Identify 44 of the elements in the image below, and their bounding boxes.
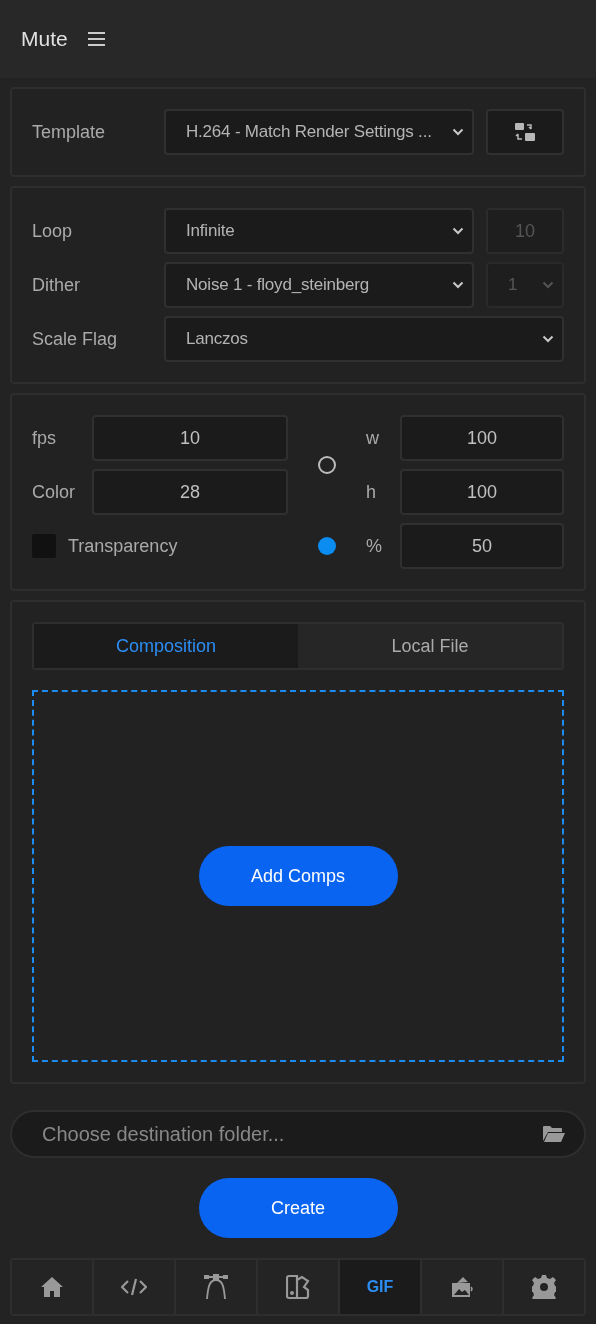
template-dropdown[interactable]: H.264 - Match Render Settings ... <box>164 109 474 155</box>
checkbox-label: Transparency <box>68 535 178 557</box>
radio-button[interactable] <box>318 537 336 555</box>
app-title: Mute <box>21 27 68 51</box>
option-dropdown[interactable]: Noise 1 - floyd_steinberg <box>164 262 474 308</box>
swap-folders-button[interactable] <box>486 109 564 155</box>
radio-button[interactable] <box>318 456 336 474</box>
chevron-down-icon <box>452 281 464 289</box>
number-field[interactable]: 50 <box>400 523 564 569</box>
field-label: Template <box>32 121 107 143</box>
chevron-down-icon <box>542 281 554 289</box>
tab[interactable]: Composition <box>34 624 298 668</box>
code-icon <box>121 1277 147 1297</box>
folders-icon <box>514 122 536 142</box>
folder-path-field[interactable]: Choose destination folder... <box>10 1110 586 1158</box>
swatch-icon <box>286 1274 310 1300</box>
field-label: % <box>366 535 383 557</box>
field-label: h <box>366 481 377 503</box>
field-label: Loop <box>32 220 74 242</box>
field-label: Color <box>32 481 76 503</box>
chevron-down-icon <box>452 227 464 235</box>
bezier-curve-icon <box>203 1274 229 1300</box>
tab[interactable]: Local File <box>298 624 562 668</box>
number-field[interactable]: 100 <box>400 469 564 515</box>
settings-icon <box>532 1275 556 1299</box>
option-dropdown[interactable]: Infinite <box>164 208 474 254</box>
number-field[interactable]: 100 <box>400 415 564 461</box>
field-label: Dither <box>32 274 81 296</box>
add-comps-button[interactable]: Add Comps <box>198 846 398 906</box>
nav-tab[interactable]: GIF <box>340 1260 422 1314</box>
chevron-down-icon <box>452 128 464 136</box>
photo-icon <box>449 1275 475 1299</box>
create-button[interactable]: Create <box>198 1178 398 1238</box>
menu-icon <box>87 32 105 46</box>
field-label: w <box>366 427 380 449</box>
nav-tab[interactable] <box>12 1260 94 1314</box>
folder-icon <box>542 1124 566 1144</box>
field-label: Scale Flag <box>32 328 119 350</box>
chevron-down-icon <box>542 335 554 343</box>
number-field[interactable]: 10 <box>92 415 288 461</box>
number-field[interactable]: 28 <box>92 469 288 515</box>
option-dropdown[interactable]: Lanczos <box>164 316 564 362</box>
field-label: fps <box>32 427 57 449</box>
home-icon <box>40 1276 64 1298</box>
